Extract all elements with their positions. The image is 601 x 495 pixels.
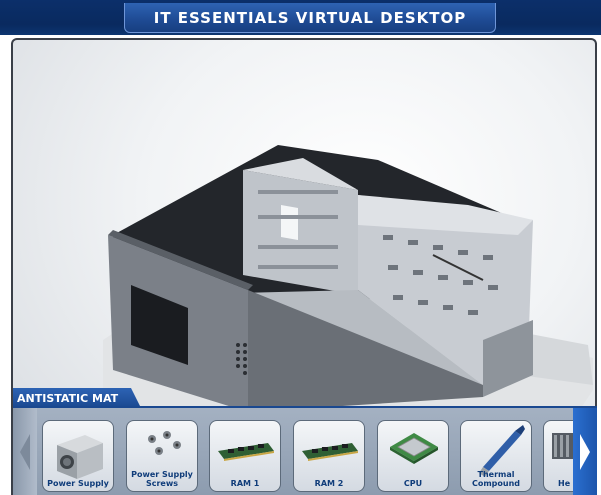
- scroll-left-button[interactable]: [13, 408, 37, 495]
- item-label: RAM 2: [314, 479, 344, 488]
- component-ram-1[interactable]: RAM 1: [209, 420, 281, 492]
- chevron-right-icon: [580, 433, 590, 470]
- item-label: Power Supply Screws: [131, 470, 193, 488]
- item-label: CPU: [403, 479, 423, 488]
- title-bar: IT ESSENTIALS VIRTUAL DESKTOP: [0, 0, 601, 35]
- component-power-supply[interactable]: Power Supply: [42, 420, 114, 492]
- chevron-left-icon: [20, 433, 30, 470]
- component-thermal-compound[interactable]: Thermal Compound: [460, 420, 532, 492]
- item-label: Thermal Compound: [471, 470, 521, 488]
- component-power-supply-screws[interactable]: Power Supply Screws: [126, 420, 198, 492]
- item-label: Power Supply: [47, 479, 109, 488]
- component-tray: Power Supply Power Supply Screws RAM 1 R…: [13, 408, 597, 495]
- scroll-right-button[interactable]: [573, 408, 597, 495]
- app-title: IT ESSENTIALS VIRTUAL DESKTOP: [124, 3, 496, 33]
- item-label: RAM 1: [230, 479, 260, 488]
- antistatic-mat-label: ANTISTATIC MAT: [13, 388, 141, 408]
- component-cpu[interactable]: CPU: [377, 420, 449, 492]
- component-ram-2[interactable]: RAM 2: [293, 420, 365, 492]
- antistatic-mat-header: ANTISTATIC MAT: [13, 388, 597, 408]
